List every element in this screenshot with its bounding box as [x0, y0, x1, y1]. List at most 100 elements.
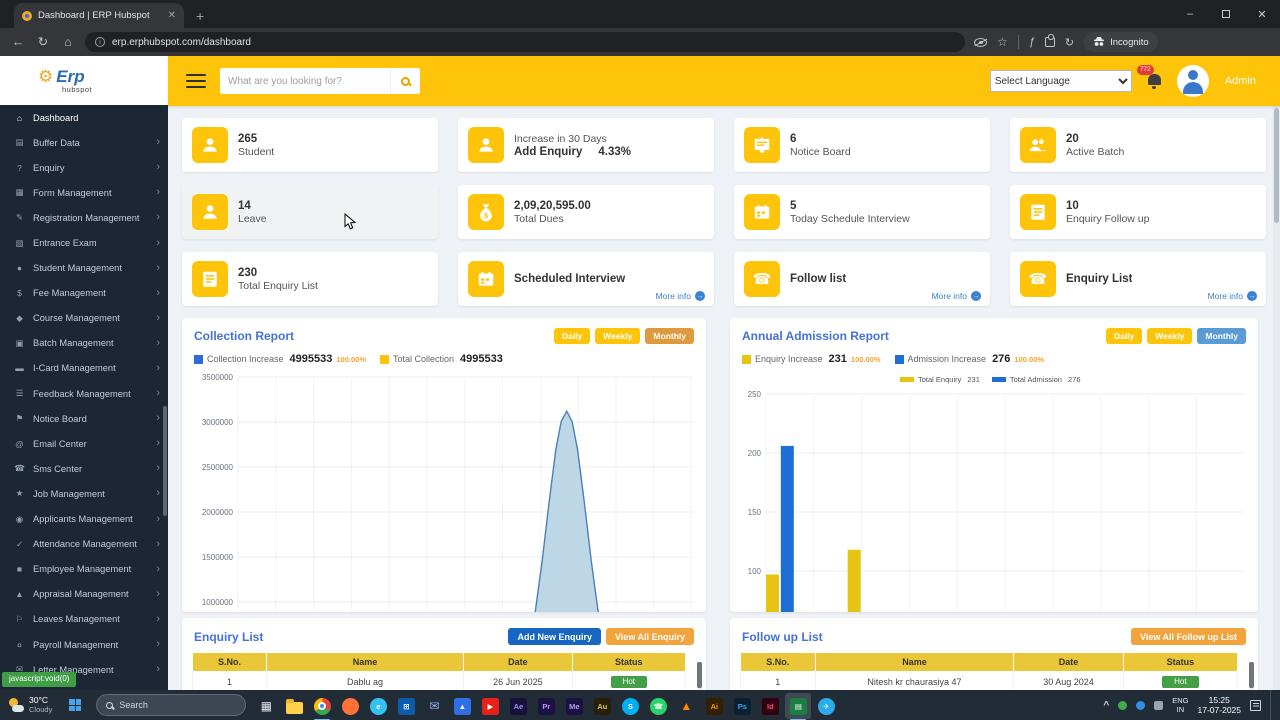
sidebar-item-applicants-management[interactable]: ◉ Applicants Management ›: [0, 507, 168, 532]
stat-card-today-schedule-interview[interactable]: 5 Today Schedule Interview: [734, 185, 990, 239]
clock[interactable]: 15:25 17-07-2025: [1198, 695, 1241, 715]
chrome-icon[interactable]: [309, 693, 335, 720]
sidebar-item-entrance-exam[interactable]: ▧ Entrance Exam ›: [0, 230, 168, 255]
media-encoder-icon[interactable]: Me: [561, 693, 587, 719]
window-maximize-button[interactable]: [1208, 0, 1244, 28]
store-icon[interactable]: ⊞: [393, 693, 419, 719]
button-monthly[interactable]: Monthly: [1197, 328, 1246, 344]
more-info-link[interactable]: More info →: [932, 291, 981, 301]
stat-card-enquiry-list[interactable]: ☎ Enquiry List More info →: [1010, 252, 1266, 306]
window-close-button[interactable]: ✕: [1244, 0, 1280, 28]
tray-expand-icon[interactable]: ^: [1103, 700, 1109, 711]
stat-card-leave[interactable]: 14 Leave: [182, 185, 438, 239]
sidebar-item-dashboard[interactable]: ⌂ Dashboard: [0, 105, 168, 130]
extensions-puzzle-icon[interactable]: [1044, 34, 1055, 47]
antivirus-icon[interactable]: [1118, 700, 1128, 710]
spreadsheet-icon[interactable]: ▤: [785, 693, 812, 720]
stat-card-total-dues[interactable]: $2,09,20,595.00 Total Dues: [458, 185, 714, 239]
telegram-icon[interactable]: ✈: [813, 693, 839, 719]
button-monthly[interactable]: Monthly: [645, 328, 694, 344]
sidebar-item-i-card-management[interactable]: ▬ I-Card Management ›: [0, 356, 168, 381]
sidebar-item-batch-management[interactable]: ▣ Batch Management ›: [0, 331, 168, 356]
whatsapp-icon[interactable]: ☎: [645, 693, 671, 719]
more-info-link[interactable]: More info →: [656, 291, 705, 301]
audition-icon[interactable]: Au: [589, 693, 615, 719]
header-search-button[interactable]: [390, 68, 420, 94]
button-daily[interactable]: Daily: [1105, 328, 1143, 344]
sidebar-item-payroll-management[interactable]: ¤ Payroll Management ›: [0, 632, 168, 657]
stat-card-active-batch[interactable]: 20 Active Batch: [1010, 118, 1266, 172]
sidebar-item-registration-management[interactable]: ✎ Registration Management ›: [0, 205, 168, 230]
sidebar-item-fee-management[interactable]: $ Fee Management ›: [0, 281, 168, 306]
table-scrollbar[interactable]: [1249, 662, 1254, 690]
new-tab-button[interactable]: +: [196, 9, 204, 23]
sidebar-item-sms-center[interactable]: ☎ Sms Center ›: [0, 456, 168, 481]
sidebar-item-notice-board[interactable]: ⚑ Notice Board ›: [0, 406, 168, 431]
firefox-icon[interactable]: [337, 693, 363, 719]
extension-f-icon[interactable]: ƒ: [1029, 36, 1035, 48]
button-view-all-enquiry[interactable]: View All Enquiry: [605, 628, 694, 645]
sidebar-item-leaves-management[interactable]: ⚐ Leaves Management ›: [0, 607, 168, 632]
sidebar-item-course-management[interactable]: ◆ Course Management ›: [0, 306, 168, 331]
reload-icon[interactable]: ↻: [35, 36, 51, 49]
premiere-icon[interactable]: Pr: [533, 693, 559, 719]
notifications-button[interactable]: 772: [1136, 65, 1161, 90]
back-icon[interactable]: ←: [10, 36, 26, 49]
stat-card-add-enquiry[interactable]: Increase in 30 Days Add Enquiry 4.33%: [458, 118, 714, 172]
indesign-icon[interactable]: Id: [757, 693, 783, 719]
sync-icon[interactable]: ↻: [1065, 36, 1074, 49]
button-daily[interactable]: Daily: [553, 328, 591, 344]
address-bar[interactable]: i erp.erphubspot.com/dashboard: [85, 32, 965, 52]
youtube-icon[interactable]: ▶: [477, 693, 503, 719]
sidebar-item-feedback-management[interactable]: ☰ Feedback Management ›: [0, 381, 168, 406]
show-desktop-button[interactable]: [1270, 690, 1274, 720]
site-info-icon[interactable]: i: [95, 37, 105, 47]
start-button[interactable]: [60, 690, 90, 720]
table-row[interactable]: 1 Nitesh kr chaurasiya 47 30 Aug 2024 Hot: [740, 671, 1239, 690]
page-scrollbar[interactable]: [1273, 106, 1280, 690]
bookmark-star-icon[interactable]: ☆: [997, 35, 1008, 49]
header-search-input[interactable]: [220, 68, 390, 94]
button-weekly[interactable]: Weekly: [1147, 328, 1193, 344]
menu-toggle-button[interactable]: [186, 73, 206, 89]
user-avatar[interactable]: [1176, 65, 1209, 97]
illustrator-icon[interactable]: Ai: [701, 693, 727, 719]
stat-card-enquiry-follow-up[interactable]: 10 Enquiry Follow up: [1010, 185, 1266, 239]
vlc-icon[interactable]: ▲: [673, 693, 699, 719]
button-weekly[interactable]: Weekly: [595, 328, 641, 344]
stat-card-notice-board[interactable]: 6 Notice Board: [734, 118, 990, 172]
edge-icon[interactable]: e: [365, 693, 391, 719]
home-icon[interactable]: ⌂: [60, 36, 76, 49]
language-select[interactable]: Select Language: [989, 70, 1132, 92]
cloud-icon[interactable]: [1136, 700, 1146, 710]
language-indicator[interactable]: ENG IN: [1172, 696, 1188, 714]
file-explorer-icon[interactable]: [281, 693, 307, 719]
display-icon[interactable]: [1154, 700, 1164, 710]
button-view-all-follow-up-list[interactable]: View All Follow up List: [1130, 628, 1246, 645]
sidebar-item-appraisal-management[interactable]: ▲ Appraisal Management ›: [0, 582, 168, 607]
photos-icon[interactable]: ▲: [449, 693, 475, 719]
table-row[interactable]: 1 Dablu ag 26 Jun 2025 Hot: [192, 671, 687, 690]
weather-widget[interactable]: 30°C Cloudy: [0, 690, 60, 720]
sidebar-item-job-management[interactable]: ★ Job Management ›: [0, 481, 168, 506]
sidebar-item-student-management[interactable]: ● Student Management ›: [0, 256, 168, 281]
after-effects-icon[interactable]: Ae: [505, 693, 531, 719]
sidebar-item-attendance-management[interactable]: ✓ Attendance Management ›: [0, 532, 168, 557]
task-view-icon[interactable]: ▦: [253, 693, 279, 719]
tab-close-icon[interactable]: ✕: [168, 10, 176, 21]
sidebar-item-buffer-data[interactable]: ▤ Buffer Data ›: [0, 130, 168, 155]
password-eye-icon[interactable]: [974, 37, 987, 47]
sidebar-item-enquiry[interactable]: ? Enquiry ›: [0, 155, 168, 180]
table-scrollbar[interactable]: [697, 662, 702, 690]
app-logo[interactable]: ⚙ Erp hubspot: [0, 56, 168, 105]
button-add-new-enquiry[interactable]: Add New Enquiry: [508, 628, 601, 645]
more-info-link[interactable]: More info →: [1208, 291, 1257, 301]
stat-card-follow-list[interactable]: ☎ Follow list More info →: [734, 252, 990, 306]
stat-card-student[interactable]: 265 Student: [182, 118, 438, 172]
sidebar-item-email-center[interactable]: @ Email Center ›: [0, 431, 168, 456]
skype-icon[interactable]: S: [617, 693, 643, 719]
notification-center-icon[interactable]: [1250, 699, 1261, 711]
sidebar-item-employee-management[interactable]: ■ Employee Management ›: [0, 557, 168, 582]
taskbar-search[interactable]: Search: [96, 694, 247, 716]
sidebar-item-form-management[interactable]: ▦ Form Management ›: [0, 180, 168, 205]
